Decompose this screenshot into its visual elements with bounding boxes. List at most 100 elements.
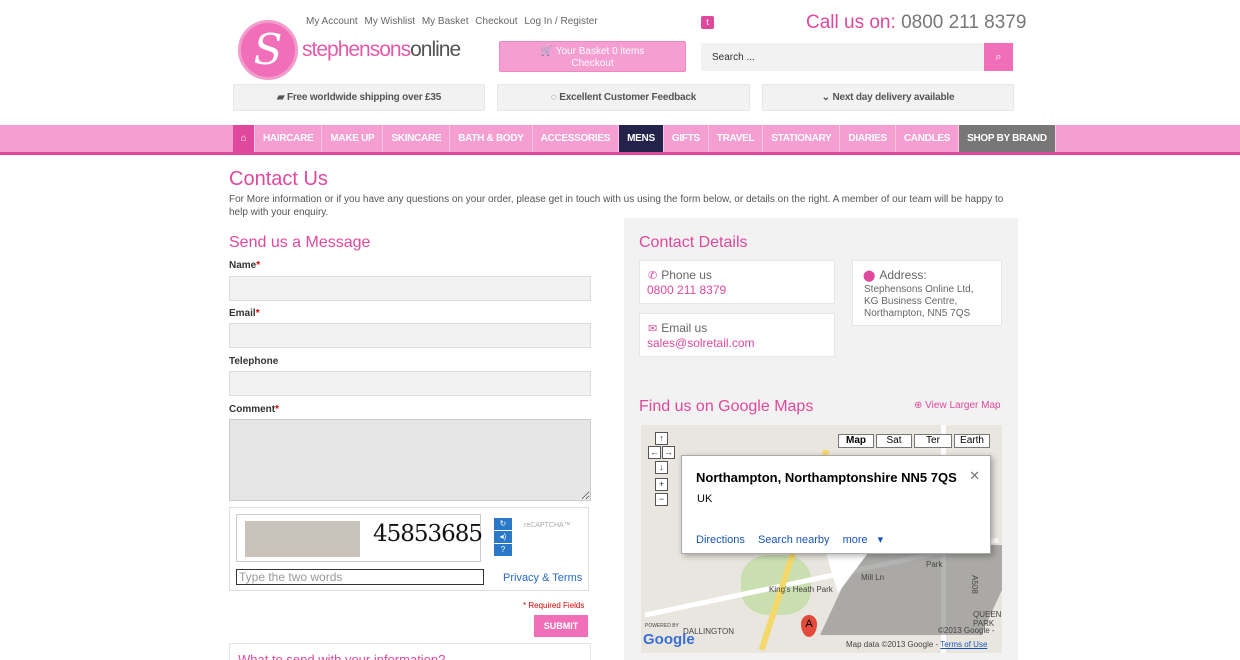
feature-feedback-label: Excellent Customer Feedback [559, 92, 697, 103]
nav-candles[interactable]: CANDLES [896, 125, 960, 152]
close-icon[interactable]: ✕ [969, 468, 980, 484]
main-nav: ⌂ HAIRCARE MAKE UP SKINCARE BATH & BODY … [233, 125, 1056, 152]
comment-field[interactable] [229, 419, 591, 501]
cart-icon: 🛒 [540, 46, 554, 57]
feature-shipping-label: Free worldwide shipping over £35 [286, 92, 442, 103]
map-powered-by: POWERED BY [645, 623, 679, 629]
my-account-link[interactable]: My Account [306, 16, 358, 27]
basket-checkout: Checkout [571, 58, 614, 69]
map-label-a508: A508 [969, 575, 979, 594]
audio-icon[interactable]: ◂) [494, 531, 512, 543]
pan-left-icon[interactable]: ← [648, 446, 661, 459]
home-icon[interactable]: ⌂ [233, 125, 255, 152]
telephone-field[interactable] [229, 371, 591, 396]
map-info-bubble: Northampton, Northamptonshire NN5 7QS ✕ … [681, 455, 991, 554]
search-input[interactable] [701, 43, 985, 71]
captcha-image: 45853685 [236, 514, 483, 562]
search-nearby-link[interactable]: Search nearby [758, 534, 830, 546]
map-label-park2: Park [926, 560, 943, 569]
comment-label: Comment* [229, 404, 280, 415]
zoom-in-icon[interactable]: + [655, 478, 668, 491]
pan-down-icon[interactable]: ↓ [655, 461, 668, 474]
nav-bath-body[interactable]: BATH & BODY [450, 125, 533, 152]
name-label: Name* [229, 260, 261, 271]
basket-button[interactable]: 🛒 Your Basket 0 items Checkout [499, 41, 686, 72]
call-number: 0800 211 8379 [901, 12, 1027, 33]
nav-shop-by-brand[interactable]: SHOP BY BRAND [959, 125, 1056, 152]
phone-icon: ✆ [648, 270, 658, 282]
recaptcha-logo: reCAPTCHA™ [524, 522, 571, 529]
pan-up-icon[interactable]: ↑ [655, 432, 668, 445]
top-links: My Account My Wishlist My Basket Checkou… [306, 16, 602, 27]
captcha-word: 45853685 [373, 521, 483, 547]
email-field[interactable] [229, 323, 591, 348]
map-type-ter[interactable]: Ter [914, 434, 952, 448]
map-type-map[interactable]: Map [838, 434, 874, 448]
my-wishlist-link[interactable]: My Wishlist [364, 16, 415, 27]
twitter-icon[interactable]: t [701, 16, 714, 29]
captcha-controls: ↻ ◂) ? [494, 518, 512, 557]
nav-travel[interactable]: TRAVEL [709, 125, 764, 152]
map-pin-icon[interactable]: A [801, 615, 817, 637]
email-box: ✉ Email us sales@solretail.com [639, 313, 835, 357]
name-field[interactable] [229, 276, 591, 301]
envelope-icon: ✉ [648, 323, 658, 335]
terms-of-use-link[interactable]: Terms of Use [940, 640, 987, 649]
feature-shipping: ▰ Free worldwide shipping over £35 [233, 84, 485, 111]
nav-haircare[interactable]: HAIRCARE [255, 125, 323, 152]
bubble-tail [826, 553, 868, 593]
submit-button[interactable]: SUBMIT [534, 615, 588, 637]
search-bar: ⌕ [701, 43, 1013, 71]
view-larger-map-label: View Larger Map [925, 400, 1001, 411]
map-type-sat[interactable]: Sat [876, 434, 912, 448]
nav-diaries[interactable]: DIARIES [840, 125, 896, 152]
site-logo[interactable]: S stephensonsonline [238, 20, 470, 82]
captcha-widget: 45853685 ↻ ◂) ? reCAPTCHA™ Type the two … [229, 507, 589, 591]
refresh-icon[interactable]: ↻ [494, 518, 512, 530]
feature-delivery: ⌄ Next day delivery available [762, 84, 1014, 111]
form-heading: Send us a Message [229, 234, 371, 251]
nav-mens[interactable]: MENS [619, 125, 664, 152]
comment-icon: ◌ [550, 92, 557, 103]
login-register-link[interactable]: Log In / Register [524, 16, 597, 27]
help-icon[interactable]: ? [494, 544, 512, 556]
phone-title: Phone us [661, 268, 712, 282]
captcha-input[interactable]: Type the two words [236, 569, 484, 585]
nav-accessories[interactable]: ACCESSORIES [533, 125, 620, 152]
nav-gifts[interactable]: GIFTS [664, 125, 709, 152]
next-section: What to send with your information? [229, 643, 591, 660]
privacy-terms-link[interactable]: Privacy & Terms [503, 572, 582, 584]
view-larger-map-link[interactable]: ⊕ View Larger Map [914, 400, 1001, 411]
zoom-out-icon[interactable]: − [655, 493, 668, 506]
main-nav-bar: ⌂ HAIRCARE MAKE UP SKINCARE BATH & BODY … [0, 125, 1240, 155]
my-basket-link[interactable]: My Basket [422, 16, 469, 27]
bubble-actions: Directions Search nearby more ▾ [696, 533, 893, 546]
search-button[interactable]: ⌕ [984, 43, 1013, 71]
telephone-label: Telephone [229, 356, 279, 367]
google-map[interactable]: Map Sat Ter Earth ↑ ← → ↓ + − King's Hea… [641, 425, 1002, 653]
nav-stationary[interactable]: STATIONARY [763, 125, 841, 152]
more-link[interactable]: more ▾ [843, 534, 884, 546]
logo-text: stephensonsonline [302, 38, 461, 61]
pan-right-icon[interactable]: → [662, 446, 675, 459]
address-line: KG Business Centre, [864, 296, 958, 307]
email-value[interactable]: sales@solretail.com [647, 336, 755, 350]
email-title: Email us [661, 321, 708, 335]
google-logo: Google [643, 631, 695, 648]
address-line: Stephensons Online Ltd, [864, 284, 974, 295]
page-title: Contact Us [229, 168, 328, 190]
nav-makeup[interactable]: MAKE UP [322, 125, 384, 152]
map-marker-icon: ⬤ [863, 270, 876, 282]
map-type-earth[interactable]: Earth [954, 434, 990, 448]
phone-value[interactable]: 0800 211 8379 [647, 283, 726, 297]
maps-heading: Find us on Google Maps [639, 398, 814, 415]
checkout-link[interactable]: Checkout [475, 16, 517, 27]
nav-skincare[interactable]: SKINCARE [383, 125, 451, 152]
plus-circle-icon: ⊕ [914, 400, 923, 411]
phone-box: ✆ Phone us 0800 211 8379 [639, 260, 835, 304]
next-section-heading: What to send with your information? [238, 652, 446, 660]
address-box: ⬤ Address: Stephensons Online Ltd, KG Bus… [852, 260, 1002, 326]
directions-link[interactable]: Directions [696, 534, 745, 546]
logo-emblem: S [238, 20, 298, 80]
email-label: Email* [229, 308, 260, 319]
